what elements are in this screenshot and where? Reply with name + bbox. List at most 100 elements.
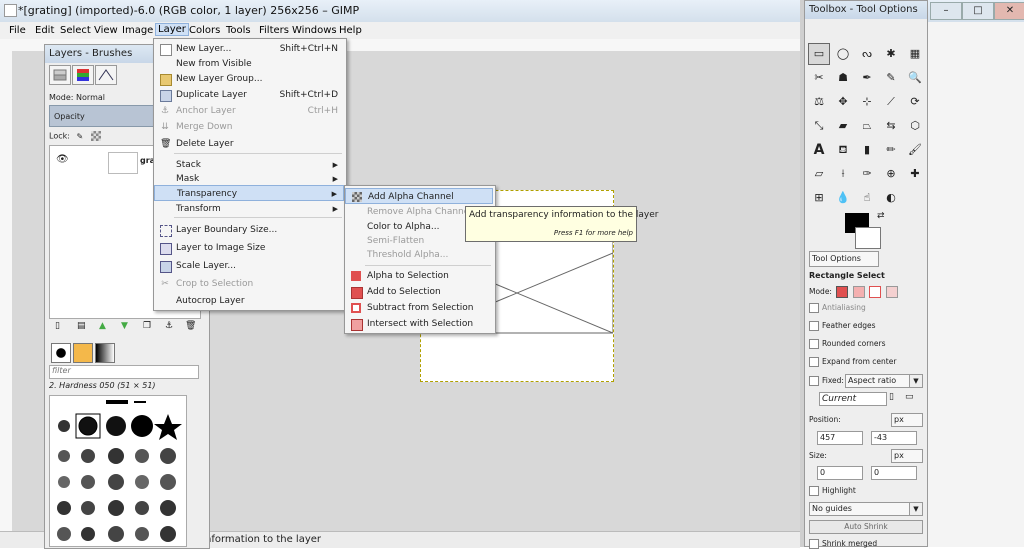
new-group-icon[interactable]: ▤ bbox=[77, 321, 86, 331]
mode-replace-icon[interactable] bbox=[836, 286, 849, 298]
close-button[interactable]: ✕ bbox=[994, 2, 1024, 20]
paintbrush-tool-icon[interactable]: 🖌 bbox=[904, 139, 926, 161]
chevron-down-icon[interactable]: ▼ bbox=[909, 374, 923, 388]
brush-grid[interactable] bbox=[49, 395, 187, 547]
swap-colors-icon[interactable]: ⇄ bbox=[877, 211, 885, 221]
ellipse-select-icon[interactable]: ◯ bbox=[832, 43, 854, 65]
antialiasing-option[interactable]: Antialiasing bbox=[809, 303, 866, 313]
fixed-checkbox[interactable] bbox=[809, 376, 819, 386]
mode-subtract-icon[interactable] bbox=[869, 286, 882, 298]
anchor-layer-icon[interactable]: ⚓ bbox=[165, 321, 173, 331]
size-unit-dropdown[interactable]: px bbox=[891, 449, 923, 463]
menu-help[interactable]: Help bbox=[339, 25, 362, 36]
fixed-dropdown[interactable]: Aspect ratio bbox=[845, 374, 911, 388]
scissors-select-icon[interactable]: ✂ bbox=[808, 67, 830, 89]
paths-tool-icon[interactable]: ✒ bbox=[856, 67, 878, 89]
brush-filter-input[interactable]: filter bbox=[49, 365, 199, 379]
position-x-field[interactable]: 457 bbox=[817, 431, 863, 445]
move-tool-icon[interactable]: ✥ bbox=[832, 91, 854, 113]
cage-transform-icon[interactable]: ⬡ bbox=[904, 115, 926, 137]
menu-item-new-layer-group[interactable]: New Layer Group... bbox=[154, 71, 344, 87]
free-select-icon[interactable]: ᔓ bbox=[856, 43, 878, 65]
menu-view[interactable]: View bbox=[94, 25, 118, 36]
crop-tool-icon[interactable]: ⟋ bbox=[880, 91, 902, 113]
menu-filters[interactable]: Filters bbox=[259, 25, 289, 36]
shrink-merged-option[interactable]: Shrink merged bbox=[809, 539, 877, 549]
chevron-down-icon[interactable]: ▼ bbox=[909, 502, 923, 516]
fixed-option[interactable]: Fixed: bbox=[809, 376, 844, 386]
paths-tab[interactable] bbox=[95, 65, 117, 85]
menu-item-new-from-visible[interactable]: New from Visible bbox=[154, 56, 344, 72]
lock-pixels-icon[interactable]: ✎ bbox=[76, 132, 84, 141]
menu-item-autocrop-layer[interactable]: Autocrop Layer bbox=[154, 293, 344, 309]
maximize-button[interactable]: □ bbox=[962, 2, 994, 20]
menu-item-scale-layer[interactable]: Scale Layer... bbox=[154, 258, 344, 274]
mode-add-icon[interactable] bbox=[852, 286, 865, 298]
rounded-checkbox[interactable] bbox=[809, 339, 819, 349]
menu-item-add-to-selection[interactable]: Add to Selection bbox=[345, 284, 493, 300]
minimize-button[interactable]: – bbox=[930, 2, 962, 20]
menu-windows[interactable]: Windows bbox=[292, 25, 337, 36]
portrait-icon[interactable]: ▯ bbox=[889, 392, 894, 402]
position-y-field[interactable]: -43 bbox=[871, 431, 917, 445]
duplicate-layer-icon[interactable]: ❐ bbox=[143, 321, 151, 331]
rotate-tool-icon[interactable]: ⟳ bbox=[904, 91, 926, 113]
layers-tab[interactable] bbox=[49, 65, 71, 85]
menu-colors[interactable]: Colors bbox=[189, 25, 220, 36]
size-width-field[interactable]: 0 bbox=[817, 466, 863, 480]
menu-image[interactable]: Image bbox=[122, 25, 153, 36]
menu-edit[interactable]: Edit bbox=[35, 25, 54, 36]
menu-item-threshold-alpha[interactable]: Threshold Alpha... bbox=[345, 247, 493, 263]
menu-item-alpha-to-selection[interactable]: Alpha to Selection bbox=[345, 268, 493, 284]
menu-select[interactable]: Select bbox=[60, 25, 91, 36]
flip-tool-icon[interactable]: ⇆ bbox=[880, 115, 902, 137]
heal-tool-icon[interactable]: ✚ bbox=[904, 163, 926, 185]
menu-item-duplicate-layer[interactable]: Duplicate Layer Shift+Ctrl+D bbox=[154, 87, 344, 103]
menu-item-add-alpha-channel[interactable]: Add Alpha Channel bbox=[345, 188, 493, 204]
foreground-select-icon[interactable]: ☗ bbox=[832, 67, 854, 89]
lock-alpha-icon[interactable] bbox=[91, 131, 102, 141]
feather-option[interactable]: Feather edges bbox=[809, 321, 876, 331]
menu-item-transparency[interactable]: Transparency ▶ bbox=[154, 185, 344, 201]
menu-item-transform[interactable]: Transform ▶ bbox=[154, 201, 344, 217]
menu-item-intersect-with-selection[interactable]: Intersect with Selection bbox=[345, 316, 493, 332]
background-color-swatch[interactable] bbox=[855, 227, 881, 249]
blur-tool-icon[interactable]: 💧 bbox=[832, 187, 854, 209]
blend-tool-icon[interactable]: ▮ bbox=[856, 139, 878, 161]
select-by-color-icon[interactable]: ▦ bbox=[904, 43, 926, 65]
dodge-burn-icon[interactable]: ◐ bbox=[880, 187, 902, 209]
highlight-checkbox[interactable] bbox=[809, 486, 819, 496]
pencil-tool-icon[interactable]: ✏ bbox=[880, 139, 902, 161]
auto-shrink-button[interactable]: Auto Shrink bbox=[809, 520, 923, 534]
raise-layer-icon[interactable]: ▲ bbox=[99, 321, 106, 331]
menu-item-subtract-from-selection[interactable]: Subtract from Selection bbox=[345, 300, 493, 316]
feather-checkbox[interactable] bbox=[809, 321, 819, 331]
scale-tool-icon[interactable]: ⤡ bbox=[808, 115, 830, 137]
expand-option[interactable]: Expand from center bbox=[809, 357, 896, 367]
guides-dropdown[interactable]: No guides bbox=[809, 502, 911, 516]
lower-layer-icon[interactable]: ▼ bbox=[121, 321, 128, 331]
rect-select-icon[interactable]: ▭ bbox=[808, 43, 830, 65]
rounded-option[interactable]: Rounded corners bbox=[809, 339, 886, 349]
bucket-fill-icon[interactable]: ⛾ bbox=[832, 139, 854, 161]
brushes-tab[interactable] bbox=[51, 343, 71, 363]
expand-checkbox[interactable] bbox=[809, 357, 819, 367]
airbrush-tool-icon[interactable]: ⟊ bbox=[832, 163, 854, 185]
gradients-tab[interactable] bbox=[95, 343, 115, 363]
menu-layer[interactable]: Layer bbox=[155, 23, 189, 36]
align-tool-icon[interactable]: ⊹ bbox=[856, 91, 878, 113]
size-height-field[interactable]: 0 bbox=[871, 466, 917, 480]
aspect-current-field[interactable]: Current bbox=[819, 392, 887, 406]
new-layer-icon[interactable]: ▯ bbox=[55, 321, 60, 331]
menu-item-layer-boundary-size[interactable]: Layer Boundary Size... bbox=[154, 222, 344, 238]
perspective-clone-icon[interactable]: ⊞ bbox=[808, 187, 830, 209]
background-window-titlebar[interactable]: – □ ✕ bbox=[928, 0, 1024, 22]
smudge-tool-icon[interactable]: ☝ bbox=[856, 187, 878, 209]
delete-layer-icon[interactable]: 🗑 bbox=[185, 321, 196, 331]
ink-tool-icon[interactable]: ✑ bbox=[856, 163, 878, 185]
highlight-option[interactable]: Highlight bbox=[809, 486, 856, 496]
menu-item-new-layer[interactable]: New Layer... Shift+Ctrl+N bbox=[154, 41, 344, 57]
eye-icon[interactable]: 👁 bbox=[56, 154, 69, 165]
shrink-merged-checkbox[interactable] bbox=[809, 539, 819, 549]
menu-item-crop-to-selection[interactable]: ✂ Crop to Selection bbox=[154, 276, 344, 292]
